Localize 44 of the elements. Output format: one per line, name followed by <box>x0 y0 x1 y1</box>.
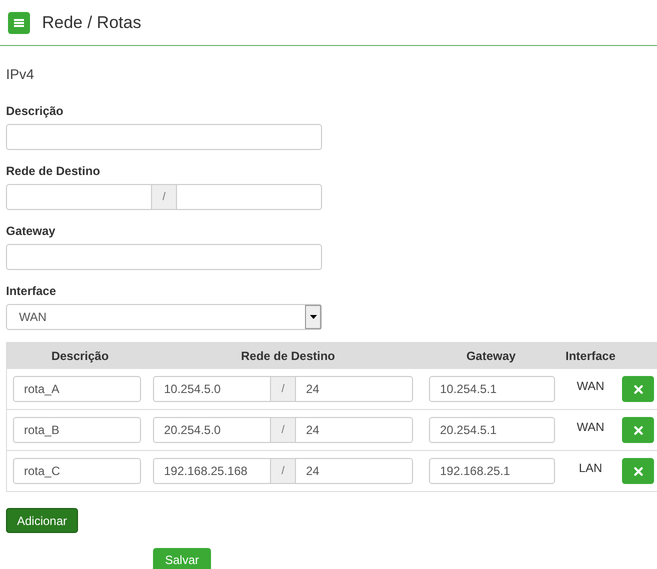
field-label: Gateway <box>6 224 56 238</box>
interface-select[interactable]: WAN <box>6 304 322 330</box>
close-icon <box>632 464 644 478</box>
field-label: Rede de Destino <box>6 164 102 178</box>
slash-separator: / <box>271 376 295 402</box>
menu-icon <box>14 18 24 28</box>
network-field[interactable]: 10.254.5.0 <box>153 376 271 402</box>
interface-text: WAN <box>576 379 606 393</box>
add-button[interactable]: Adicionar <box>6 508 78 533</box>
interface-text: LAN <box>578 461 604 475</box>
interface-text: WAN <box>576 420 606 434</box>
slash-separator: / <box>271 417 295 443</box>
column-header: Gateway <box>465 348 517 362</box>
column-header: Interface <box>564 348 617 362</box>
description-field[interactable]: rota_C <box>13 458 141 484</box>
slash-separator: / <box>152 184 176 210</box>
column-header: Descrição <box>50 348 110 362</box>
delete-button[interactable] <box>622 417 654 443</box>
mask-field[interactable]: 24 <box>295 458 413 484</box>
description-field[interactable]: rota_B <box>13 417 141 443</box>
menu-button[interactable] <box>8 12 30 34</box>
page-title: Rede / Rotas <box>42 12 142 32</box>
section-title: IPv4 <box>6 66 36 82</box>
column-header: Rede de Destino <box>240 348 336 362</box>
mask-field[interactable]: 24 <box>295 417 413 443</box>
slash-separator: / <box>271 458 295 484</box>
mask-field[interactable] <box>176 184 322 210</box>
description-field[interactable]: rota_A <box>13 376 141 402</box>
gateway-field[interactable]: 192.168.25.1 <box>429 458 555 484</box>
mask-field[interactable]: 24 <box>295 376 413 402</box>
network-field[interactable] <box>6 184 152 210</box>
description-field[interactable] <box>6 124 322 150</box>
field-label: Interface <box>6 284 58 298</box>
gateway-field[interactable]: 20.254.5.1 <box>429 417 555 443</box>
close-icon <box>632 382 644 396</box>
close-icon <box>632 424 644 436</box>
gateway-field[interactable]: 10.254.5.1 <box>429 376 555 402</box>
network-field[interactable]: 192.168.25.168 <box>153 458 271 484</box>
network-field[interactable]: 20.254.5.0 <box>153 417 271 443</box>
delete-button[interactable] <box>622 458 654 484</box>
delete-button[interactable] <box>622 376 654 402</box>
field-label: Descrição <box>6 104 64 118</box>
gateway-field[interactable] <box>6 244 322 270</box>
caret-icon[interactable] <box>305 305 321 329</box>
